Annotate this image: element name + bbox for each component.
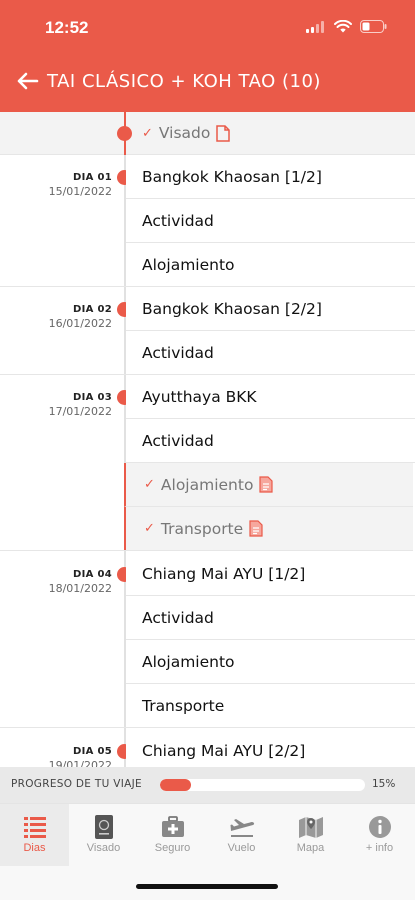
day-separator [0, 550, 126, 551]
check-icon: ✓ [142, 125, 153, 141]
accommodation-row-done[interactable]: ✓ Alojamiento [124, 463, 413, 507]
destination-row[interactable]: Bangkok Khaosan [1/2] [126, 155, 415, 199]
cellular-signal-icon [306, 20, 324, 33]
check-icon: ✓ [144, 477, 155, 492]
day-date: 18/01/2022 [48, 582, 112, 595]
tab-info[interactable]: + info [345, 804, 414, 866]
transport-label: Transporte [160, 519, 244, 538]
app-header: 12:52 TAI CLÁSICO + KOH TAO (10) [0, 0, 415, 112]
timeline-dot [117, 126, 132, 141]
day-label: DIA 01 [73, 172, 112, 183]
activity-row[interactable]: Actividad [126, 199, 415, 243]
status-time: 12:52 [45, 18, 89, 37]
activity-row[interactable]: Actividad [126, 331, 415, 375]
day-label: DIA 04 [73, 569, 112, 580]
tab-label: Vuelo [227, 842, 256, 854]
day-separator [0, 727, 126, 728]
visado-label: Visado [158, 124, 211, 142]
passport-icon [95, 815, 113, 839]
page-title: TAI CLÁSICO + KOH TAO (10) [47, 71, 321, 92]
day-meta: DIA 01 15/01/2022 [49, 172, 112, 198]
tab-label: Seguro [154, 842, 191, 854]
transport-row-done[interactable]: ✓ Transporte [124, 507, 413, 551]
progress-label: PROGRESO DE TU VIAJE [11, 778, 142, 790]
document-icon[interactable] [216, 124, 231, 142]
progress-track [160, 779, 365, 791]
day-meta: DIA 03 17/01/2022 [49, 392, 112, 418]
tab-dias[interactable]: Dias [0, 804, 69, 866]
tab-mapa[interactable]: Mapa [276, 804, 345, 866]
document-icon[interactable] [249, 520, 263, 537]
visado-row[interactable]: ✓ Visado [0, 112, 415, 155]
tab-visado[interactable]: Visado [69, 804, 138, 866]
progress-percent: 15% [372, 778, 396, 790]
tab-seguro[interactable]: Seguro [138, 804, 207, 866]
day-label: DIA 05 [73, 746, 112, 757]
back-button[interactable] [12, 66, 42, 96]
destination-row[interactable]: Chiang Mai AYU [1/2] [126, 552, 415, 596]
day-meta: DIA 02 16/01/2022 [49, 304, 112, 330]
map-icon [299, 817, 323, 838]
destination-row[interactable]: Chiang Mai AYU [2/2] [126, 729, 415, 767]
day-label: DIA 03 [73, 392, 112, 403]
info-icon [369, 816, 391, 838]
accommodation-label: Alojamiento [160, 475, 254, 494]
first-aid-kit-icon [162, 816, 184, 837]
status-bar: 12:52 [0, 0, 415, 56]
status-icons [306, 20, 387, 33]
wifi-icon [334, 20, 352, 33]
accommodation-row[interactable]: Alojamiento [126, 640, 415, 684]
day-date: 17/01/2022 [48, 405, 112, 418]
day-date: 19/01/2022 [48, 759, 112, 767]
day-date: 16/01/2022 [48, 317, 112, 330]
itinerary-list: ✓ Visado DIA 01 15/01/2022 Bangkok Khaos… [0, 112, 415, 767]
day-meta: DIA 04 18/01/2022 [49, 569, 112, 595]
tab-label: Mapa [296, 842, 325, 854]
activity-row[interactable]: Actividad [126, 419, 415, 463]
destination-row[interactable]: Ayutthaya BKK [126, 375, 415, 419]
check-icon: ✓ [144, 521, 155, 536]
home-indicator [136, 884, 278, 889]
day-separator [0, 374, 126, 375]
tab-label: + info [365, 842, 394, 854]
trip-progress: PROGRESO DE TU VIAJE 15% [0, 767, 415, 803]
arrow-left-icon [17, 72, 39, 90]
airplane-icon [230, 819, 255, 837]
progress-fill [160, 779, 191, 791]
tab-label: Dias [23, 842, 46, 854]
day-separator [0, 286, 126, 287]
nav-bar: TAI CLÁSICO + KOH TAO (10) [0, 56, 415, 112]
transport-row[interactable]: Transporte [126, 684, 415, 728]
visado-item[interactable]: ✓ Visado [142, 124, 231, 142]
tab-vuelo[interactable]: Vuelo [207, 804, 276, 866]
day-label: DIA 02 [73, 304, 112, 315]
destination-row[interactable]: Bangkok Khaosan [2/2] [126, 287, 415, 331]
day-meta: DIA 05 19/01/2022 [49, 746, 112, 767]
tab-label: Visado [86, 842, 121, 854]
list-icon [24, 817, 46, 838]
day-date: 15/01/2022 [48, 185, 112, 198]
accommodation-row[interactable]: Alojamiento [126, 243, 415, 287]
battery-icon [360, 20, 387, 33]
activity-row[interactable]: Actividad [126, 596, 415, 640]
document-icon[interactable] [259, 476, 274, 493]
